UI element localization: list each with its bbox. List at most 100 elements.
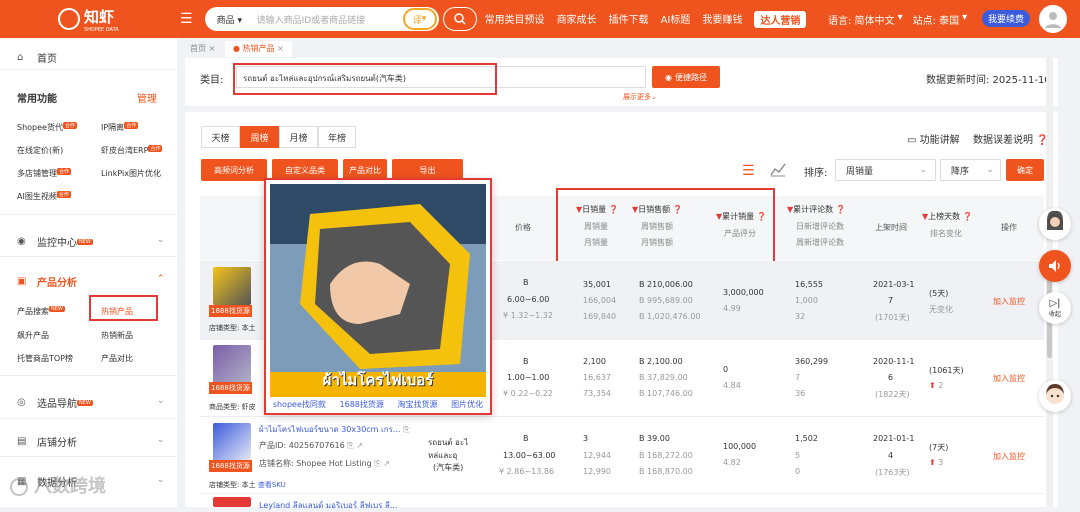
preview-caption: ผ้าไมโครไฟเบอร์	[322, 371, 434, 389]
tab-weekly[interactable]: 周榜	[240, 126, 279, 148]
scrollbar[interactable]	[1046, 58, 1053, 507]
find-1688-link[interactable]: 1688找货源	[340, 399, 384, 410]
find-1688-button[interactable]: 1688找货源	[209, 382, 252, 394]
sidebar-item-ip-isolation[interactable]: IP隔离 合作	[101, 122, 139, 133]
chart-view-icon[interactable]	[769, 160, 787, 181]
category-line: รถยนต์ อะไ	[428, 438, 469, 447]
search-input[interactable]: 请输入商品ID或者商品链接	[257, 13, 403, 26]
shortcut-button[interactable]: ◉ 便捷路径	[652, 66, 720, 88]
find-shopee-same-link[interactable]: shopee找同款	[273, 399, 326, 410]
daily-revenue: B 210,006.00	[639, 280, 693, 289]
nav-plugin-download[interactable]: 插件下载	[609, 11, 649, 28]
weekly-sales: 16,637	[583, 373, 611, 382]
sidebar-item-product-search[interactable]: 产品搜索 NEW	[17, 306, 65, 317]
sidebar-item-home[interactable]: ⌂ 首页	[17, 50, 57, 65]
language-select[interactable]: 语言: 简体中文	[828, 12, 895, 27]
sidebar-item-monitor[interactable]: ◉ 监控中心 NEW	[17, 234, 93, 249]
list-view-icon[interactable]: ☰	[742, 163, 755, 179]
product-thumbnail[interactable]	[213, 345, 251, 383]
nav-merchant-growth[interactable]: 商家成长	[557, 11, 597, 28]
sidebar-item-shop-analysis[interactable]: ▤ 店铺分析	[17, 434, 77, 449]
find-1688-button[interactable]: 1688找货源	[209, 460, 252, 472]
nav-category-preset[interactable]: 常用类目预设	[485, 11, 545, 28]
search-button[interactable]	[442, 7, 477, 31]
add-monitor-link[interactable]: 加入监控	[993, 296, 1025, 307]
site-select[interactable]: 站点: 泰国	[913, 12, 960, 27]
confirm-button[interactable]: 确定	[1006, 159, 1044, 181]
menu-icon[interactable]: ☰	[180, 11, 193, 27]
category-label: 类目:	[200, 75, 224, 86]
add-monitor-link[interactable]: 加入监控	[993, 373, 1025, 384]
product-thumbnail[interactable]	[213, 497, 251, 507]
sidebar-item-shopee-forwarder[interactable]: Shopee货代 合作	[17, 122, 77, 133]
sidebar-item-selection-nav[interactable]: ◎ 选品导航 NEW	[17, 395, 93, 410]
collapse-button[interactable]: ▷| 收起	[1039, 292, 1071, 324]
assistant-avatar[interactable]	[1039, 208, 1071, 240]
header-action: 操作	[1001, 223, 1017, 232]
sort-order-select[interactable]: 降序 ⌄	[940, 159, 1001, 181]
nav-earn-money[interactable]: 我要赚钱	[702, 11, 742, 28]
data-error-link[interactable]: 数据误差说明 ❓	[973, 131, 1049, 146]
product-thumbnail[interactable]	[213, 267, 251, 305]
speaker-icon[interactable]	[1039, 250, 1071, 282]
sidebar-item-ai-video[interactable]: AI图生视频 合作	[17, 191, 71, 202]
price: 13.00~63.00	[503, 451, 556, 460]
tab-daily[interactable]: 天榜	[201, 126, 240, 148]
nav-ai-title[interactable]: AI标题	[661, 11, 691, 28]
header-price: 价格	[515, 223, 531, 232]
mascot-avatar[interactable]	[1039, 380, 1071, 412]
sidebar-item-hot-new-products[interactable]: 热销新品	[101, 330, 133, 341]
top-bar: 知虾 SHOPEE DATA ☰ 商品 ▾ 请输入商品ID或者商品链接 译 ▾ 常用…	[0, 0, 1080, 38]
manage-link[interactable]: 管理	[137, 90, 157, 105]
sidebar-item-linkpix[interactable]: LinkPix图片优化	[101, 168, 161, 179]
sidebar-item-online-pricing[interactable]: 在线定价(新)	[17, 145, 63, 156]
feature-help-link[interactable]: ▭ 功能讲解	[907, 131, 960, 146]
sidebar-item-taiwan-erp[interactable]: 虾皮台湾ERP 合作	[101, 145, 163, 156]
chevron-down-icon: ⌄	[157, 435, 165, 445]
total-reviews: 1,502	[795, 434, 818, 443]
find-taobao-link[interactable]: 淘宝找货源	[398, 399, 438, 410]
rating: 4.82	[723, 458, 741, 467]
sort-field-select[interactable]: 周销量 ⌄	[835, 159, 936, 181]
translate-button[interactable]: 译 ▾	[402, 8, 437, 30]
add-monitor-link[interactable]: 加入监控	[993, 451, 1025, 462]
box-icon: ▣	[17, 275, 27, 287]
daily-reviews: 7	[795, 373, 801, 382]
product-thumbnail[interactable]	[213, 423, 251, 461]
tab-home[interactable]: 首页 ×	[182, 41, 223, 57]
daily-revenue: B 2,100.00	[639, 357, 683, 366]
shop-name: 店铺名称: Shopee Hot Listing ⎘ ↗	[259, 459, 390, 468]
nav-influencer-marketing[interactable]: 达人营销	[754, 10, 807, 28]
compass-icon: ◎	[17, 396, 26, 408]
sidebar-item-managed-top[interactable]: 托管商品TOP榜	[17, 353, 73, 364]
user-avatar[interactable]	[1039, 5, 1067, 33]
keyword-analysis-button[interactable]: 高频词分析	[201, 159, 267, 181]
find-1688-button[interactable]: 1688找货源	[209, 305, 252, 317]
tab-hot-products[interactable]: ● 热销产品 ×	[225, 41, 292, 57]
product-title-link[interactable]: ผ้าไมโครไฟเบอร์ขนาด 30x30cm เกร... ⎘	[259, 423, 409, 436]
daily-sales: 2,100	[583, 357, 606, 366]
tab-monthly[interactable]: 月榜	[279, 126, 318, 148]
video-icon: ▭	[907, 135, 917, 146]
renew-button[interactable]: 我要续费	[982, 10, 1031, 27]
top-nav: 常用类目预设 商家成长 插件下载 AI标题 我要赚钱 达人营销	[485, 10, 819, 28]
header-listed-days[interactable]: ▼上榜天数 ❓	[922, 211, 973, 222]
view-sku-link[interactable]: 查看SKU	[258, 481, 286, 489]
header-total-reviews[interactable]: ▼累计评论数 ❓	[787, 204, 846, 215]
image-optimize-link[interactable]: 图片优化	[451, 399, 483, 410]
show-more-link[interactable]: 展示更多⌄	[623, 92, 657, 102]
sidebar-item-product-compare[interactable]: 产品对比	[101, 353, 133, 364]
logo[interactable]: 知虾 SHOPEE DATA	[58, 6, 168, 33]
product-title-link[interactable]: Leyland ลีลแลนด์ มอริเบอร์ ลีฟเบร ลี...	[259, 499, 397, 512]
price: 6.00~6.00	[507, 295, 550, 304]
common-functions-title: 常用功能	[17, 94, 57, 105]
sidebar-item-product-analysis[interactable]: ▣ 产品分析	[17, 274, 77, 289]
shop-icon: ▤	[17, 435, 27, 447]
tab-yearly[interactable]: 年榜	[318, 126, 356, 148]
search-type-select[interactable]: 商品 ▾	[217, 13, 257, 26]
data-update-time: 数据更新时间: 2025-11-10	[926, 75, 1051, 86]
rating: 4.84	[723, 381, 741, 390]
weekly-reviews: 32	[795, 312, 806, 321]
sidebar-item-rising-products[interactable]: 飙升产品	[17, 330, 49, 341]
sidebar-item-multi-shop[interactable]: 多店铺管理 合作	[17, 168, 72, 179]
